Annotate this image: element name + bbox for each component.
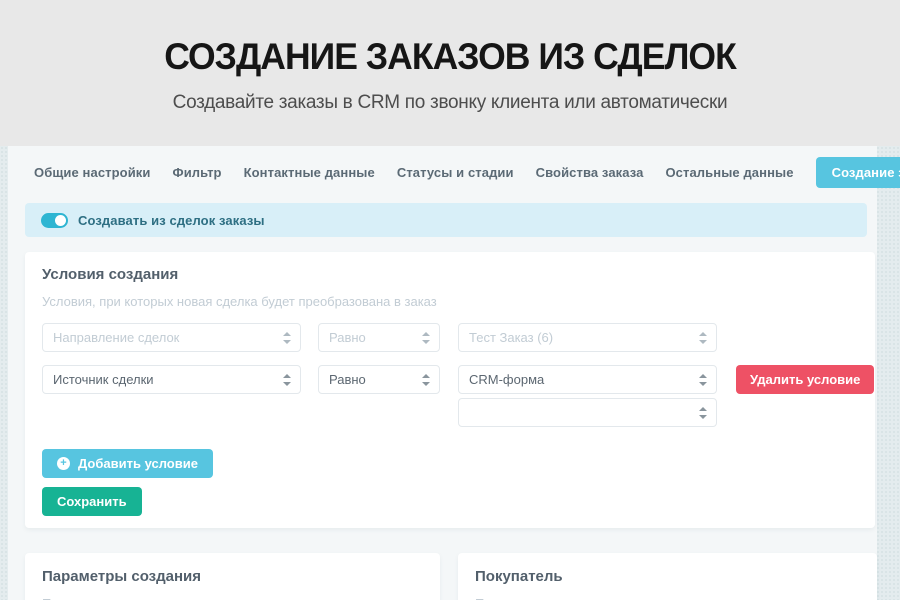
- select-caret-icon: [699, 407, 707, 419]
- select-caret-icon: [422, 332, 430, 344]
- toggle-knob: [55, 215, 66, 226]
- settings-panel: Общие настройки Фильтр Контактные данные…: [8, 146, 877, 600]
- tab-general-settings[interactable]: Общие настройки: [34, 165, 151, 180]
- condition-value-text: CRM-форма: [469, 372, 544, 387]
- condition-operator-value: Равно: [329, 372, 366, 387]
- condition-operator-select[interactable]: Равно: [318, 365, 440, 394]
- conditions-card-title: Условия создания: [42, 266, 858, 283]
- creation-params-subtitle: Параметры для создания нового заказа из …: [42, 596, 423, 600]
- tab-statuses-stages[interactable]: Статусы и стадии: [397, 165, 514, 180]
- plus-icon: +: [57, 457, 70, 470]
- creation-params-card: Параметры создания Параметры для создани…: [25, 553, 440, 600]
- select-caret-icon: [283, 374, 291, 386]
- select-caret-icon: [283, 332, 291, 344]
- page-title: СОЗДАНИЕ ЗАКАЗОВ ИЗ СДЕЛОК: [18, 36, 882, 78]
- condition-value-select[interactable]: Тест Заказ (6): [458, 323, 717, 352]
- buyer-card: Покупатель Параметры синхронизации конта…: [458, 553, 877, 600]
- condition-value-text: Тест Заказ (6): [469, 330, 553, 345]
- condition-row-extra: [42, 398, 870, 427]
- creation-params-title: Параметры создания: [42, 568, 423, 585]
- save-button[interactable]: Сохранить: [42, 487, 142, 516]
- tab-contact-data[interactable]: Контактные данные: [244, 165, 375, 180]
- select-caret-icon: [699, 332, 707, 344]
- tab-filter[interactable]: Фильтр: [173, 165, 222, 180]
- delete-condition-button[interactable]: Удалить условие: [736, 365, 874, 394]
- condition-field-value: Направление сделок: [53, 330, 179, 345]
- condition-extra-value-select[interactable]: [458, 398, 717, 427]
- tab-order-creation[interactable]: Создание заказа: [816, 157, 900, 188]
- tab-bar: Общие настройки Фильтр Контактные данные…: [34, 156, 867, 188]
- condition-value-select[interactable]: CRM-форма: [458, 365, 717, 394]
- condition-operator-select[interactable]: Равно: [318, 323, 440, 352]
- condition-operator-value: Равно: [329, 330, 366, 345]
- condition-field-value: Источник сделки: [53, 372, 154, 387]
- page-subtitle: Создавайте заказы в CRM по звонку клиент…: [0, 92, 900, 114]
- select-caret-icon: [422, 374, 430, 386]
- create-orders-toggle-bar: Создавать из сделок заказы: [25, 203, 867, 237]
- condition-field-select[interactable]: Источник сделки: [42, 365, 301, 394]
- condition-row: Источник сделки Равно CRM-форма Удалить …: [42, 365, 870, 394]
- conditions-card: Условия создания Условия, при которых но…: [25, 252, 875, 528]
- condition-rows: Направление сделок Равно Тест Заказ (6): [42, 323, 870, 440]
- tab-order-properties[interactable]: Свойства заказа: [536, 165, 644, 180]
- content-area: Общие настройки Фильтр Контактные данные…: [0, 146, 900, 600]
- buyer-card-subtitle: Параметры синхронизации контакта сделки …: [475, 596, 860, 600]
- buyer-card-title: Покупатель: [475, 568, 860, 585]
- select-caret-icon: [699, 374, 707, 386]
- condition-row: Направление сделок Равно Тест Заказ (6): [42, 323, 870, 352]
- add-condition-button[interactable]: + Добавить условие: [42, 449, 213, 478]
- conditions-card-subtitle: Условия, при которых новая сделка будет …: [42, 294, 858, 309]
- page-header: СОЗДАНИЕ ЗАКАЗОВ ИЗ СДЕЛОК Создавайте за…: [0, 0, 900, 146]
- add-condition-label: Добавить условие: [78, 456, 198, 471]
- tab-other-data[interactable]: Остальные данные: [665, 165, 793, 180]
- create-orders-toggle-label: Создавать из сделок заказы: [78, 213, 265, 228]
- create-orders-toggle[interactable]: [41, 213, 68, 228]
- condition-field-select[interactable]: Направление сделок: [42, 323, 301, 352]
